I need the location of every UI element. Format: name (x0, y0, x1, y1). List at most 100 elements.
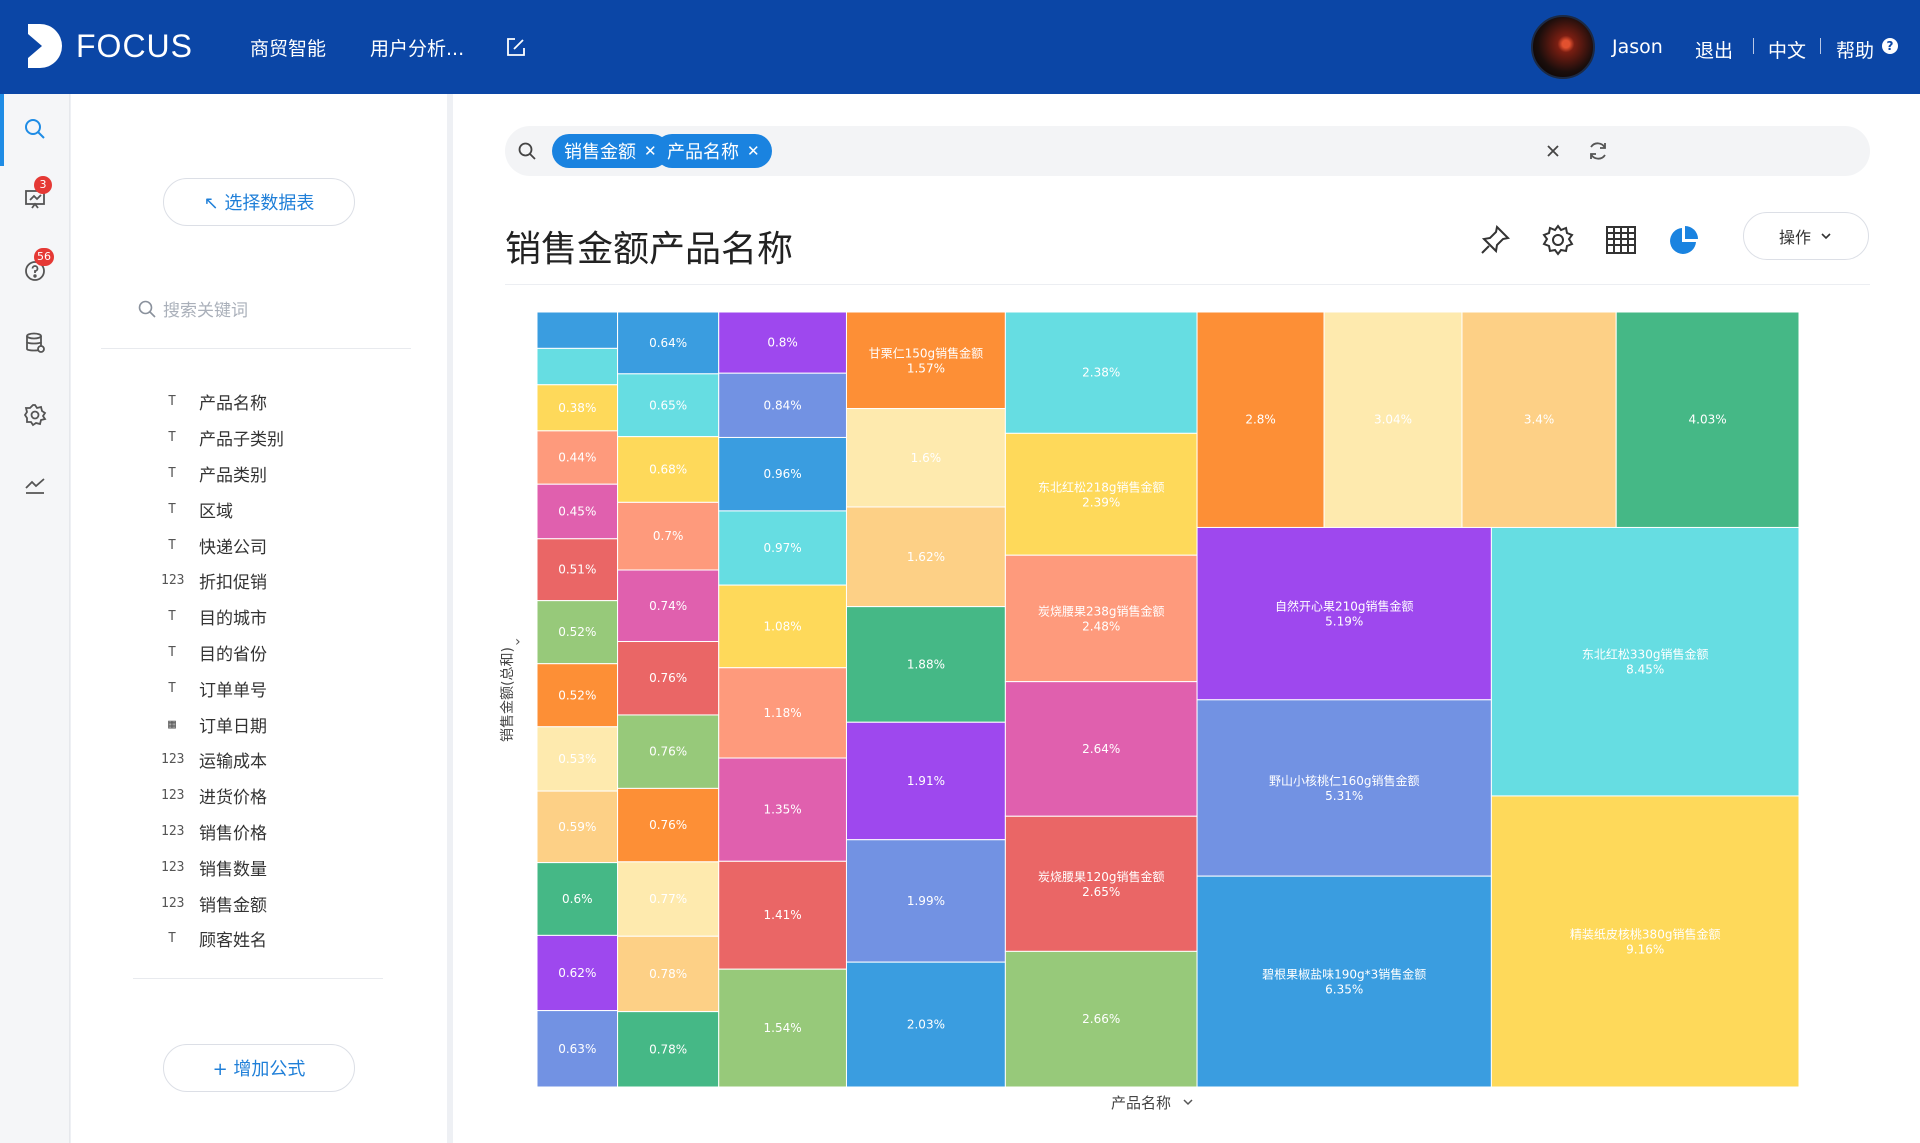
user-name[interactable]: Jason (1612, 36, 1663, 58)
add-formula-button[interactable]: + 增加公式 (163, 1044, 355, 1092)
y-axis-label[interactable]: 销售金额(总和) (497, 647, 517, 742)
treemap-cell[interactable]: 1.99% (845, 839, 1006, 963)
help-icon[interactable]: ? (1882, 38, 1898, 54)
operations-dropdown[interactable]: 操作 (1743, 212, 1869, 260)
treemap-cell[interactable]: 0.78% (617, 1011, 720, 1087)
edit-icon[interactable] (505, 36, 527, 58)
field-item[interactable]: T 目的城市 (161, 599, 284, 635)
pin-icon[interactable] (1477, 222, 1513, 258)
search-token-sales-amount[interactable]: 销售金额 ✕ (552, 134, 669, 168)
treemap-cell[interactable]: 自然开心果210g销售金额5.19% (1196, 526, 1492, 701)
treemap-cell[interactable]: 1.62% (845, 506, 1006, 608)
treemap-cell[interactable]: 炭烧腰果120g销售金额2.65% (1004, 815, 1198, 952)
treemap-cell[interactable]: 1.91% (845, 721, 1006, 841)
search-nav-item[interactable] (0, 94, 70, 164)
treemap-cell[interactable]: 0.8% (718, 312, 847, 374)
treemap-cell[interactable]: 2.66% (1004, 950, 1198, 1087)
field-item[interactable]: T 产品名称 (161, 384, 284, 420)
treemap-cell[interactable]: 0.52% (537, 663, 619, 728)
treemap-cell[interactable]: 0.78% (617, 935, 720, 1013)
treemap-cell[interactable]: 0.45% (537, 483, 619, 540)
treemap-cell[interactable]: 1.35% (718, 757, 847, 862)
reports-nav-item[interactable]: 3 (0, 164, 70, 234)
questions-nav-item[interactable]: 56 (0, 236, 70, 306)
treemap-cell[interactable]: 2.8% (1196, 312, 1325, 528)
treemap-cell[interactable]: 精装纸皮核桃380g销售金额9.16% (1490, 795, 1799, 1087)
treemap-cell[interactable]: 碧根果椒盐味190g*3销售金额6.35% (1196, 875, 1492, 1087)
analytics-nav-item[interactable] (0, 450, 70, 520)
treemap-cell[interactable] (537, 312, 619, 349)
nav-item-business-intelligence[interactable]: 商贸智能 (250, 34, 326, 61)
help-link[interactable]: 帮助 (1836, 36, 1874, 63)
treemap-cell[interactable]: 0.96% (718, 436, 847, 512)
treemap-cell[interactable]: 0.77% (617, 861, 720, 937)
treemap-cell[interactable]: 0.51% (537, 538, 619, 602)
treemap-cell[interactable]: 1.6% (845, 408, 1006, 508)
data-nav-item[interactable] (0, 308, 70, 378)
treemap-cell[interactable]: 1.08% (718, 584, 847, 669)
x-axis-label[interactable]: 产品名称 (1111, 1092, 1194, 1113)
query-search-bar[interactable]: 销售金额 ✕ 产品名称 ✕ (505, 126, 1870, 176)
treemap-cell[interactable]: 0.65% (617, 373, 720, 438)
treemap-cell[interactable]: 1.88% (845, 606, 1006, 723)
treemap-cell[interactable]: 0.63% (537, 1010, 619, 1087)
pie-chart-icon[interactable] (1666, 222, 1702, 258)
treemap-cell[interactable]: 0.68% (617, 436, 720, 503)
treemap-cell[interactable]: 0.62% (537, 934, 619, 1012)
field-item[interactable]: T 目的省份 (161, 635, 284, 671)
language-switch[interactable]: 中文 (1768, 36, 1806, 63)
treemap-cell[interactable]: 2.64% (1004, 681, 1198, 817)
field-item[interactable]: ▦ 订单日期 (161, 706, 284, 742)
treemap-cell[interactable]: 0.97% (718, 510, 847, 586)
settings-nav-item[interactable] (0, 380, 70, 450)
treemap-cell[interactable]: 0.84% (718, 372, 847, 438)
field-item[interactable]: T 快递公司 (161, 527, 284, 563)
field-item[interactable]: 123 销售金额 (161, 885, 284, 921)
treemap-cell[interactable]: 0.44% (537, 430, 619, 485)
treemap-cell[interactable]: 野山小核桃仁160g销售金额5.31% (1196, 699, 1492, 877)
treemap-cell[interactable]: 0.59% (537, 790, 619, 864)
treemap-cell[interactable]: 0.76% (617, 787, 720, 863)
user-avatar[interactable] (1531, 15, 1595, 79)
treemap-cell[interactable]: 0.7% (617, 501, 720, 571)
field-item[interactable]: 123 进货价格 (161, 778, 284, 814)
treemap-cell[interactable]: 3.04% (1323, 312, 1463, 528)
refresh-icon[interactable] (1586, 139, 1610, 163)
treemap-cell[interactable]: 0.38% (537, 384, 619, 432)
field-item[interactable]: T 订单单号 (161, 670, 284, 706)
field-item[interactable]: T 产品子类别 (161, 420, 284, 456)
field-item[interactable]: 123 运输成本 (161, 742, 284, 778)
focus-logo[interactable]: FOCUS (24, 22, 193, 70)
treemap-cell[interactable]: 0.76% (617, 714, 720, 789)
nav-item-user-analysis[interactable]: 用户分析... (370, 34, 464, 61)
treemap-cell[interactable]: 0.52% (537, 600, 619, 665)
treemap-cell[interactable] (537, 347, 619, 386)
field-item[interactable]: T 区域 (161, 491, 284, 527)
treemap-cell[interactable]: 0.6% (537, 862, 619, 936)
treemap-cell[interactable]: 2.03% (845, 961, 1006, 1087)
treemap-cell[interactable]: 3.4% (1461, 312, 1617, 528)
treemap-cell[interactable]: 0.53% (537, 726, 619, 792)
treemap-cell[interactable]: 0.76% (617, 641, 720, 716)
treemap-cell[interactable]: 1.18% (718, 667, 847, 759)
table-icon[interactable] (1603, 222, 1639, 258)
treemap-cell[interactable]: 1.41% (718, 860, 847, 970)
field-item[interactable]: 123 折扣促销 (161, 563, 284, 599)
treemap-cell[interactable]: 东北红松330g销售金额8.45% (1490, 526, 1799, 797)
field-search-input[interactable]: 搜索关键词 (137, 296, 248, 321)
treemap-cell[interactable]: 甘栗仁150g销售金额1.57% (845, 312, 1006, 410)
field-item[interactable]: 123 销售数量 (161, 849, 284, 885)
field-item[interactable]: 123 销售价格 (161, 814, 284, 850)
treemap-cell[interactable]: 1.54% (718, 968, 847, 1087)
treemap-cell[interactable]: 0.74% (617, 569, 720, 643)
treemap-cell[interactable]: 2.38% (1004, 312, 1198, 434)
treemap-cell[interactable]: 0.64% (617, 312, 720, 375)
search-token-product-name[interactable]: 产品名称 ✕ (655, 134, 772, 168)
clear-icon[interactable] (1545, 143, 1561, 159)
treemap-cell[interactable]: 4.03% (1615, 312, 1799, 528)
treemap-cell[interactable]: 炭烧腰果238g销售金额2.48% (1004, 554, 1198, 683)
field-item[interactable]: T 顾客姓名 (161, 921, 284, 957)
field-item[interactable]: T 产品类别 (161, 456, 284, 492)
logout-link[interactable]: 退出 (1695, 36, 1733, 63)
gear-icon[interactable] (1540, 222, 1576, 258)
